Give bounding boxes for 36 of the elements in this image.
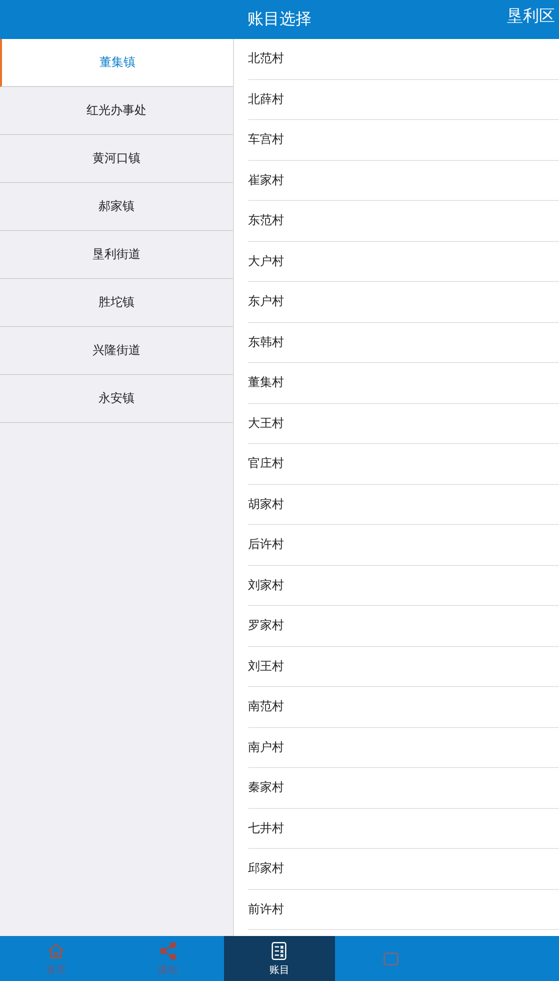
village-item[interactable]: 董集村 [248,363,559,404]
village-item[interactable]: 崔家村 [248,160,559,201]
town-item[interactable]: 垦利街道 [0,231,233,279]
village-item[interactable]: 邱家村 [248,849,559,890]
village-item[interactable]: 北范村 [248,39,559,80]
town-item[interactable]: 黄河口镇 [0,135,233,183]
village-item[interactable]: 大王村 [248,404,559,444]
village-item[interactable]: 车宫村 [248,120,559,160]
village-item[interactable]: 刘王村 [248,646,559,687]
share-icon [158,940,178,960]
village-item[interactable]: 罗家村 [248,606,559,646]
town-item[interactable]: 永安镇 [0,375,233,423]
village-item[interactable]: 胡家村 [248,484,559,525]
village-item[interactable]: 南户村 [248,728,559,768]
village-item[interactable]: 官庄村 [248,444,559,484]
village-item[interactable]: 秦家村 [248,768,559,808]
page-title: 账目选择 [248,9,312,30]
ledger-icon [269,940,290,960]
village-item[interactable]: 后许村 [248,525,559,566]
village-item[interactable]: 东范村 [248,201,559,242]
region-selector[interactable]: 垦利区 [507,6,555,27]
town-item[interactable]: 董集镇 [0,39,233,87]
village-item[interactable]: 南范村 [248,687,559,728]
village-item[interactable]: 北薛村 [248,80,559,120]
village-item[interactable]: 刘家村 [248,566,559,606]
town-item[interactable]: 郝家镇 [0,183,233,231]
town-item[interactable]: 红光办事处 [0,87,233,135]
village-item[interactable]: 七井村 [248,808,559,849]
town-item[interactable]: 兴隆街道 [0,327,233,375]
village-item[interactable]: 前许村 [248,890,559,930]
tab-item[interactable]: 账目 [224,936,336,981]
village-item[interactable]: 东韩村 [248,322,559,363]
village-item[interactable]: 东户村 [248,282,559,322]
town-item[interactable]: 胜坨镇 [0,279,233,327]
village-item[interactable]: 大户村 [248,242,559,282]
home-icon [46,940,66,960]
